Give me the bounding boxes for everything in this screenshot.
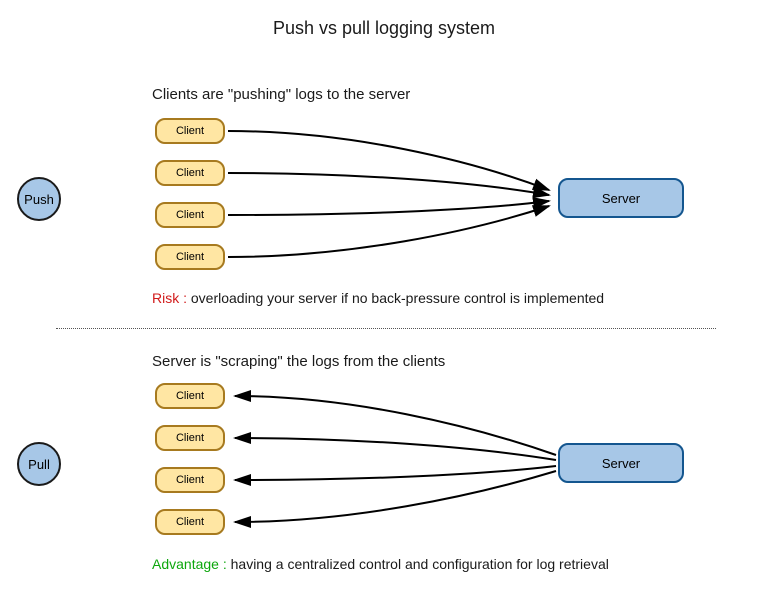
push-client-3: Client — [155, 202, 225, 228]
pull-arrow-3 — [235, 466, 556, 480]
diagram-title: Push vs pull logging system — [0, 18, 768, 39]
pull-server: Server — [558, 443, 684, 483]
pull-note: Advantage : having a centralized control… — [152, 556, 609, 572]
push-subtitle: Clients are "pushing" logs to the server — [152, 86, 410, 103]
pull-client-4: Client — [155, 509, 225, 535]
pull-note-text: having a centralized control and configu… — [227, 556, 609, 572]
section-divider — [56, 328, 716, 329]
client-label: Client — [176, 390, 204, 402]
push-arrow-3 — [228, 201, 549, 215]
pull-mode-circle: Pull — [17, 442, 61, 486]
push-client-2: Client — [155, 160, 225, 186]
push-client-1: Client — [155, 118, 225, 144]
client-label: Client — [176, 209, 204, 221]
pull-arrow-4 — [235, 471, 556, 522]
pull-client-3: Client — [155, 467, 225, 493]
push-arrow-2 — [228, 173, 549, 195]
pull-arrow-1 — [235, 396, 556, 455]
pull-note-label: Advantage : — [152, 556, 227, 572]
server-label: Server — [602, 456, 640, 471]
push-arrow-4 — [228, 206, 549, 257]
client-label: Client — [176, 167, 204, 179]
pull-arrow-2 — [235, 438, 556, 460]
client-label: Client — [176, 432, 204, 444]
push-server: Server — [558, 178, 684, 218]
push-mode-label: Push — [24, 192, 54, 207]
server-label: Server — [602, 191, 640, 206]
push-client-4: Client — [155, 244, 225, 270]
push-note: Risk : overloading your server if no bac… — [152, 290, 604, 306]
push-arrow-1 — [228, 131, 549, 190]
client-label: Client — [176, 125, 204, 137]
push-note-label: Risk : — [152, 290, 187, 306]
push-note-text: overloading your server if no back-press… — [187, 290, 604, 306]
pull-subtitle: Server is "scraping" the logs from the c… — [152, 353, 445, 370]
client-label: Client — [176, 474, 204, 486]
pull-client-1: Client — [155, 383, 225, 409]
pull-client-2: Client — [155, 425, 225, 451]
client-label: Client — [176, 516, 204, 528]
pull-mode-label: Pull — [28, 457, 50, 472]
push-mode-circle: Push — [17, 177, 61, 221]
client-label: Client — [176, 251, 204, 263]
